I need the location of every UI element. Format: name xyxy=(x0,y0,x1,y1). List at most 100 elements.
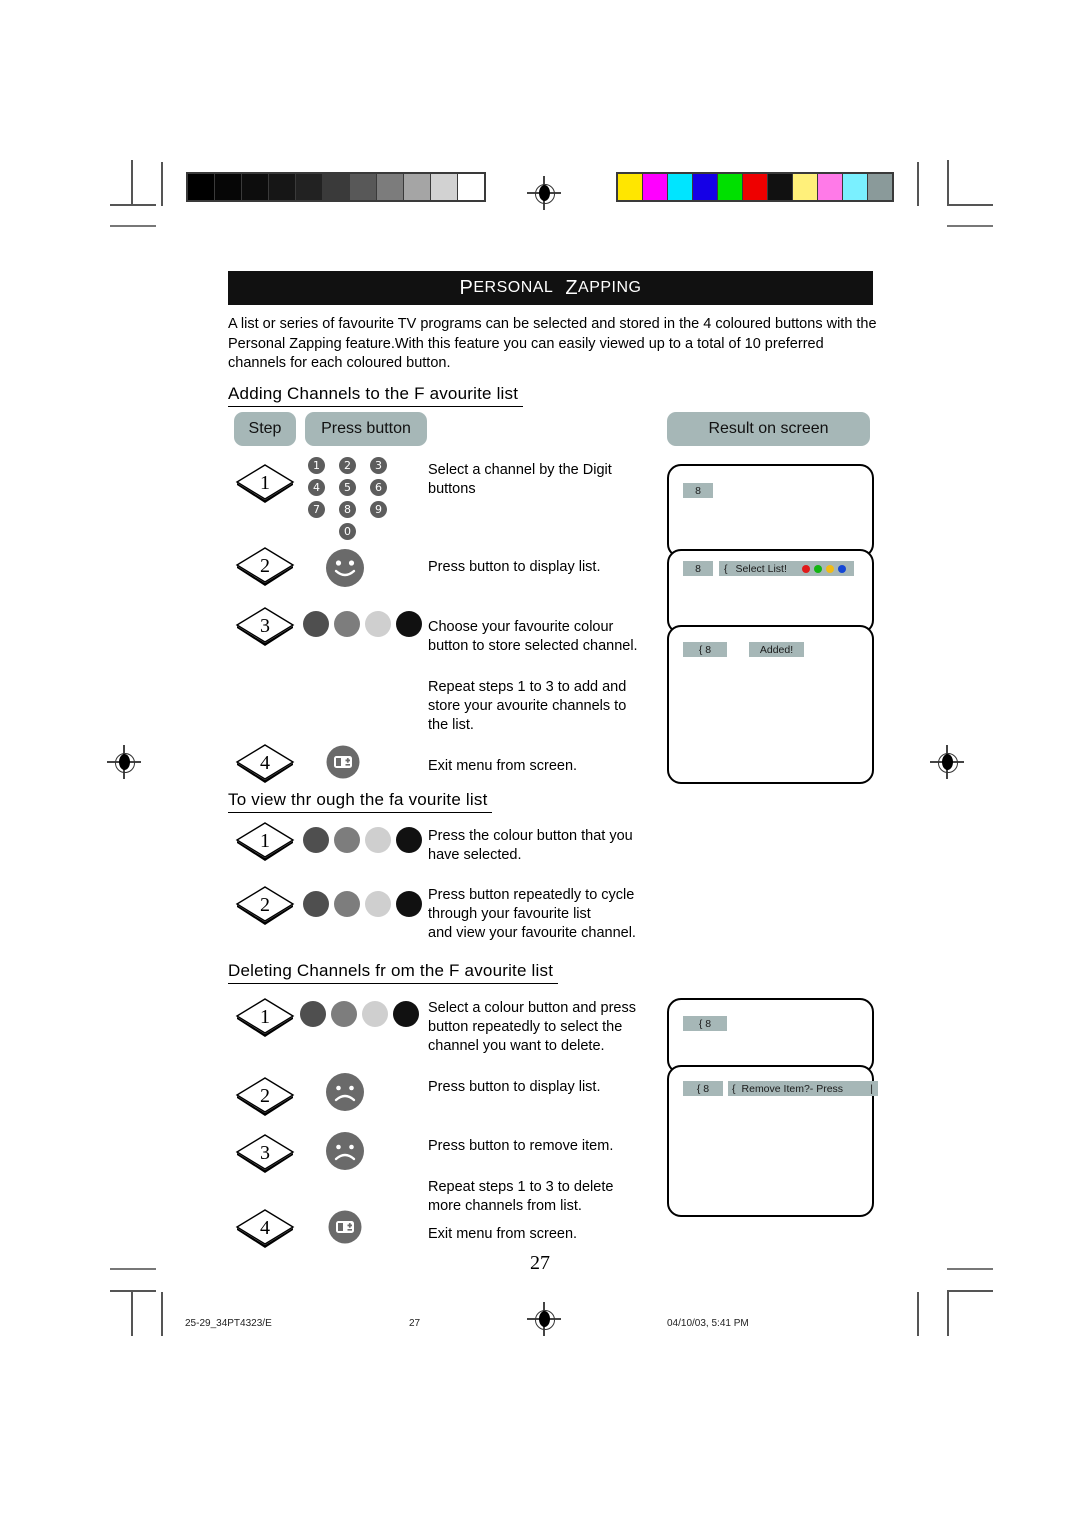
colour-button-1[interactable] xyxy=(300,1001,326,1027)
osd-remove-item-bar: { Remove Item?- Press | xyxy=(728,1081,878,1096)
colour-button-1[interactable] xyxy=(303,827,329,853)
gray-swatch-8 xyxy=(404,174,430,200)
colour-swatch-3 xyxy=(693,174,717,200)
colour-button-4[interactable] xyxy=(396,611,422,637)
crop-dash-bottom-right xyxy=(947,1268,993,1270)
osd-channel-number-del-1: { 8 xyxy=(683,1016,727,1031)
tv-screen-adding-1: 8 xyxy=(667,464,874,558)
colour-swatch-4 xyxy=(718,174,742,200)
colour-buttons-viewing-2 xyxy=(303,891,422,917)
step-description-viewing-2: Press button repeatedly to cycle through… xyxy=(428,887,636,941)
step-description-adding-4: Exit menu from screen. xyxy=(428,758,578,774)
gray-swatch-6 xyxy=(350,174,376,200)
digit-button-9[interactable]: 9 xyxy=(370,501,387,518)
colour-button-4[interactable] xyxy=(396,827,422,853)
colour-button-3[interactable] xyxy=(365,611,391,637)
tv-screen-adding-2: 8 { Select List! xyxy=(667,549,874,634)
step-diamond-deleting-1: 1 xyxy=(234,996,296,1040)
step-diamond-deleting-4: 4 xyxy=(234,1207,296,1251)
colour-button-1[interactable] xyxy=(303,891,329,917)
osd-colour-dots xyxy=(802,564,846,573)
section-heading-deleting: Deleting Channels fr om the F avourite l… xyxy=(228,961,559,984)
colour-button-3[interactable] xyxy=(362,1001,388,1027)
step-diamond-viewing-2: 2 xyxy=(234,884,296,928)
svg-text:3: 3 xyxy=(260,615,270,637)
crop-tick-left xyxy=(161,162,163,206)
colour-button-2[interactable] xyxy=(334,611,360,637)
manual-page: P ERSONAL Z APPING A list or series of favo… xyxy=(0,0,1080,1528)
colour-swatch-8 xyxy=(818,174,842,200)
crop-mark-top-left-v xyxy=(131,160,133,206)
gray-swatch-10 xyxy=(458,174,484,200)
gray-swatch-5 xyxy=(323,174,349,200)
gray-swatch-0 xyxy=(188,174,214,200)
step-description-deleting-3: Press button to remove item. xyxy=(428,1138,614,1154)
step-description-adding-2: Press button to display list. xyxy=(428,559,601,575)
svg-text:2: 2 xyxy=(260,555,270,577)
digit-button-6[interactable]: 6 xyxy=(370,479,387,496)
page-title: P ERSONAL Z APPING xyxy=(228,271,873,305)
crop-dash-top-left xyxy=(110,225,156,227)
crop-mark-bottom-right-h xyxy=(947,1290,993,1292)
colour-button-4[interactable] xyxy=(393,1001,419,1027)
crop-dash-bottom-left xyxy=(110,1268,156,1270)
digit-button-0[interactable]: 0 xyxy=(339,523,356,540)
step-diamond-deleting-2: 2 xyxy=(234,1075,296,1119)
exit-menu-icon-deleting xyxy=(328,1210,362,1244)
colour-button-1[interactable] xyxy=(303,611,329,637)
colour-buttons-deleting-1 xyxy=(300,1001,419,1027)
osd-dot-2 xyxy=(814,564,822,573)
tv-screen-adding-3: { 8 Added! xyxy=(667,625,874,784)
osd-cursor-marker: | xyxy=(870,1082,873,1095)
registration-mark-top xyxy=(527,176,561,210)
colour-swatch-6 xyxy=(768,174,792,200)
footer-filename: 25-29_34PT4323/E xyxy=(185,1318,272,1329)
step-description-viewing-1: Press the colour button that you have se… xyxy=(428,828,633,863)
colour-button-2[interactable] xyxy=(334,891,360,917)
footer-page: 27 xyxy=(409,1318,421,1329)
colour-buttons-viewing-1 xyxy=(303,827,422,853)
colour-button-3[interactable] xyxy=(365,827,391,853)
osd-select-list-label: Select List! xyxy=(735,562,787,575)
crop-tick-bottom-left xyxy=(161,1292,163,1336)
crop-mark-top-right-v xyxy=(947,160,949,206)
gray-swatch-9 xyxy=(431,174,457,200)
step-diamond-adding-2: 2 xyxy=(234,545,296,589)
column-header-press-button: Press button xyxy=(305,412,427,446)
digit-button-8[interactable]: 8 xyxy=(339,501,356,518)
step-diamond-adding-4: 4 xyxy=(234,742,296,786)
digit-button-3[interactable]: 3 xyxy=(370,457,387,474)
svg-text:1: 1 xyxy=(260,1006,270,1028)
digit-button-4[interactable]: 4 xyxy=(308,479,325,496)
page-title-z: Z xyxy=(565,276,579,299)
section-heading-viewing: To view thr ough the fa vourite list xyxy=(228,790,493,813)
osd-channel-number-2: 8 xyxy=(683,561,713,576)
svg-text:2: 2 xyxy=(260,894,270,916)
digit-button-1[interactable]: 1 xyxy=(308,457,325,474)
step-description-deleting-4: Exit menu from screen. xyxy=(428,1226,578,1242)
digit-button-2[interactable]: 2 xyxy=(339,457,356,474)
colour-button-2[interactable] xyxy=(331,1001,357,1027)
page-number: 27 xyxy=(530,1252,550,1274)
osd-dot-4 xyxy=(838,564,846,573)
colour-swatch-1 xyxy=(643,174,667,200)
digit-button-5[interactable]: 5 xyxy=(339,479,356,496)
osd-channel-number-1: 8 xyxy=(683,483,713,498)
step-diamond-adding-1: 1 xyxy=(234,462,296,506)
svg-text:1: 1 xyxy=(260,472,270,494)
footer-timestamp: 04/10/03, 5:41 PM xyxy=(667,1318,749,1329)
svg-text:4: 4 xyxy=(260,1217,270,1239)
osd-brace-icon: { xyxy=(724,562,728,575)
osd-remove-item-label: Remove Item?- Press xyxy=(741,1082,844,1095)
tv-screen-deleting-2: { 8 { Remove Item?- Press | xyxy=(667,1065,878,1217)
digit-button-7[interactable]: 7 xyxy=(308,501,325,518)
colour-button-3[interactable] xyxy=(365,891,391,917)
step-diamond-deleting-3: 3 xyxy=(234,1132,296,1176)
colour-button-4[interactable] xyxy=(396,891,422,917)
colour-button-2[interactable] xyxy=(334,827,360,853)
colour-swatch-10 xyxy=(868,174,892,200)
crop-tick-bottom-right xyxy=(917,1292,919,1336)
digit-buttons-icon: 123 456 7890 xyxy=(308,457,408,545)
page-title-apping: APPING xyxy=(578,279,642,296)
colour-swatch-2 xyxy=(668,174,692,200)
